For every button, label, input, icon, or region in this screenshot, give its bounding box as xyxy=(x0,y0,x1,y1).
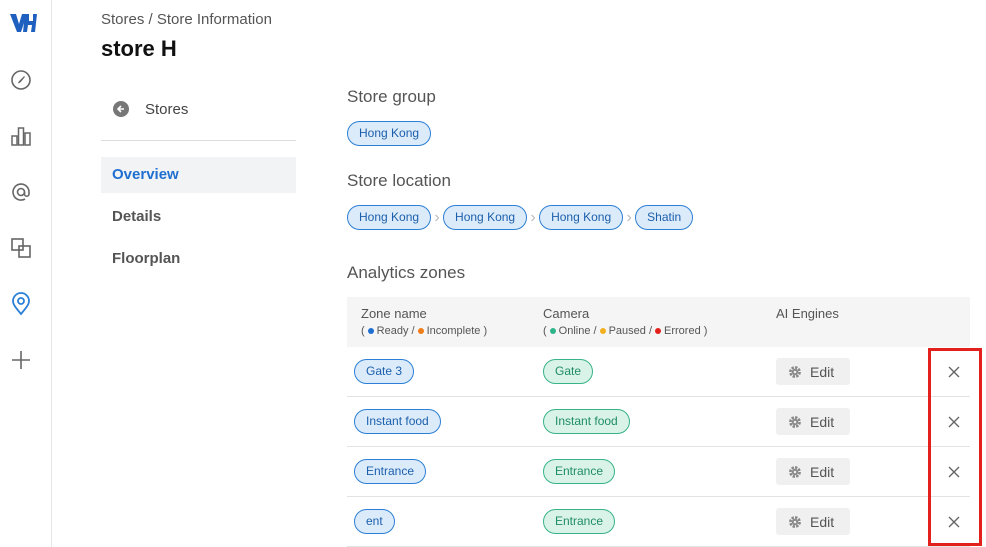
plus-icon[interactable] xyxy=(8,347,34,373)
gear-icon xyxy=(788,515,802,529)
compass-icon[interactable] xyxy=(8,67,34,93)
location-chip-2[interactable]: Hong Kong xyxy=(443,205,528,230)
back-to-stores-link[interactable]: Stores xyxy=(101,90,296,128)
page-title: store H xyxy=(101,36,177,61)
back-label: Stores xyxy=(145,100,189,118)
arrow-left-icon xyxy=(113,101,129,117)
zone-name-header: Zone name (Ready / Incomplete ) xyxy=(361,306,488,337)
camera-chip[interactable]: Entrance xyxy=(543,459,616,484)
breadcrumb[interactable]: Stores / Store Information xyxy=(101,11,272,28)
errored-dot-icon xyxy=(655,327,662,334)
online-dot-icon xyxy=(549,327,556,334)
zone-chip[interactable]: ent xyxy=(354,509,395,534)
gear-icon xyxy=(788,365,802,379)
table-row: Gate 3 Gate Edit xyxy=(347,347,970,397)
location-chip-4[interactable]: Shatin xyxy=(635,205,694,230)
table-header: Zone name (Ready / Incomplete ) Camera (O… xyxy=(347,297,970,347)
subnav-item-floorplan[interactable]: Floorplan xyxy=(101,241,296,277)
table-row: Instant food Instant food Edit xyxy=(347,397,970,447)
paused-dot-icon xyxy=(599,327,606,334)
ready-dot-icon xyxy=(367,327,374,334)
edit-ai-engines-button[interactable]: Edit xyxy=(776,508,850,535)
camera-chip[interactable]: Gate xyxy=(543,359,594,384)
edit-ai-engines-button[interactable]: Edit xyxy=(776,358,850,385)
layers-icon[interactable] xyxy=(8,235,34,261)
camera-header: Camera (Online / Paused / Errored ) xyxy=(543,306,708,337)
camera-status-legend: (Online / Paused / Errored ) xyxy=(543,325,708,337)
gear-icon xyxy=(788,465,802,479)
ai-engines-header: AI Engines xyxy=(776,306,839,321)
location-chip-1[interactable]: Hong Kong xyxy=(347,205,432,230)
subnav-item-overview[interactable]: Overview xyxy=(101,157,296,193)
store-location-title: Store location xyxy=(347,171,451,190)
analytics-zones-title: Analytics zones xyxy=(347,263,466,282)
camera-chip[interactable]: Entrance xyxy=(543,509,616,534)
chevron-right-icon: › xyxy=(530,208,536,226)
bar-chart-icon[interactable] xyxy=(8,123,34,149)
zone-status-legend: (Ready / Incomplete ) xyxy=(361,325,488,337)
incomplete-dot-icon xyxy=(417,327,424,334)
camera-chip[interactable]: Instant food xyxy=(543,409,630,434)
at-sign-icon[interactable] xyxy=(8,179,34,205)
location-chip-3[interactable]: Hong Kong xyxy=(539,205,624,230)
analytics-zones-table: Zone name (Ready / Incomplete ) Camera (O… xyxy=(347,297,970,547)
location-pin-icon[interactable] xyxy=(8,291,34,317)
highlight-box xyxy=(928,348,982,546)
edit-ai-engines-button[interactable]: Edit xyxy=(776,458,850,485)
edit-ai-engines-button[interactable]: Edit xyxy=(776,408,850,435)
store-group-chip[interactable]: Hong Kong xyxy=(347,121,432,146)
zone-chip[interactable]: Gate 3 xyxy=(354,359,415,384)
zone-chip[interactable]: Entrance xyxy=(354,459,427,484)
left-rail xyxy=(0,0,52,547)
store-group-chips: Hong Kong xyxy=(347,121,432,146)
chevron-right-icon: › xyxy=(626,208,632,226)
chevron-right-icon: › xyxy=(434,208,440,226)
store-subnav: Stores Overview Details Floorplan xyxy=(101,90,296,283)
gear-icon xyxy=(788,415,802,429)
store-location-path: Hong Kong › Hong Kong › Hong Kong › Shat… xyxy=(347,205,694,230)
table-row: Entrance Entrance Edit xyxy=(347,447,970,497)
table-row: ent Entrance Edit xyxy=(347,497,970,547)
subnav-divider xyxy=(101,140,296,141)
store-group-title: Store group xyxy=(347,87,436,106)
zone-chip[interactable]: Instant food xyxy=(354,409,441,434)
logo-icon[interactable] xyxy=(8,10,38,36)
subnav-item-details[interactable]: Details xyxy=(101,199,296,235)
